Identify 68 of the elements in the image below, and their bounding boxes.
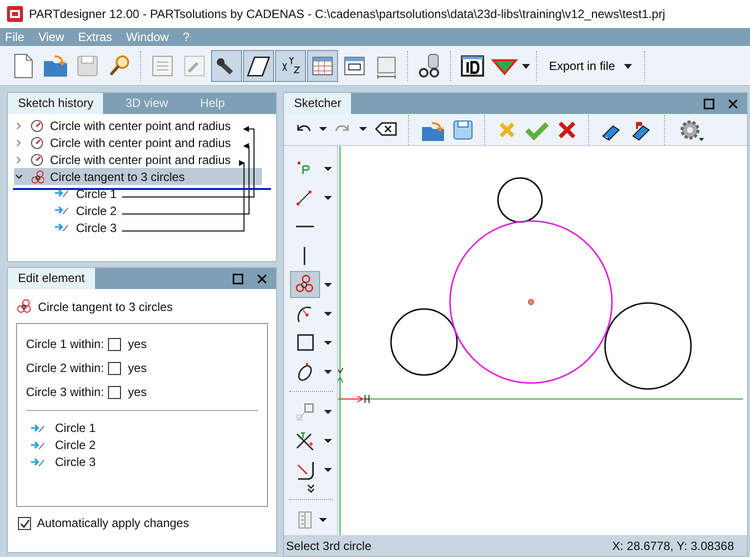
dropdown-caret-icon bbox=[623, 62, 634, 70]
tree-item[interactable]: Circle 3 bbox=[76, 220, 117, 234]
circle-icon bbox=[30, 152, 44, 166]
rectangle-icon bbox=[294, 332, 314, 354]
checkbox[interactable] bbox=[108, 386, 122, 398]
dropdown-caret-icon[interactable] bbox=[324, 340, 332, 346]
tangent-circle-shape[interactable] bbox=[449, 220, 613, 384]
panel-tab[interactable]: Sketch history bbox=[8, 93, 104, 114]
export-button[interactable]: Export in file bbox=[543, 50, 640, 80]
reference-item[interactable]: Circle 1 bbox=[55, 420, 96, 434]
dropdown-caret-icon[interactable] bbox=[324, 408, 332, 414]
checkbox-label: Automatically apply changes bbox=[37, 516, 190, 530]
circle-shape[interactable] bbox=[497, 177, 543, 223]
tree-item-label: Circle with center point and radius bbox=[50, 136, 231, 150]
arrow-check-icon bbox=[30, 422, 46, 434]
maximize-icon[interactable] bbox=[703, 98, 715, 110]
double-chevron-icon[interactable] bbox=[306, 484, 316, 494]
coordinates-text: X: 28.6778, Y: 3.08368 bbox=[612, 538, 734, 552]
tree-item-label: Circle with center point and radius bbox=[50, 118, 231, 132]
maximize-icon[interactable] bbox=[232, 272, 244, 284]
arrow-check-icon bbox=[30, 456, 46, 468]
option-label: Circle 3 within: bbox=[26, 385, 104, 399]
circle-icon bbox=[30, 118, 44, 132]
offset-square-icon bbox=[294, 400, 314, 422]
arrow-check-icon bbox=[30, 438, 46, 450]
panel-tab[interactable]: Edit element bbox=[8, 268, 95, 289]
reference-item[interactable]: Circle 2 bbox=[55, 438, 96, 452]
dropdown-caret-icon[interactable] bbox=[324, 368, 332, 374]
collapse-chevron-icon[interactable] bbox=[14, 172, 24, 182]
dropdown-caret-icon[interactable] bbox=[324, 438, 332, 444]
trim-icon bbox=[294, 430, 314, 452]
checkbox-label: yes bbox=[128, 337, 147, 351]
checkbox[interactable] bbox=[108, 362, 122, 374]
checkbox[interactable] bbox=[18, 516, 31, 530]
tree-item[interactable]: Circle 2 bbox=[76, 204, 117, 218]
app-logo-icon bbox=[7, 6, 23, 22]
reference-item[interactable]: Circle 3 bbox=[55, 454, 96, 468]
dropdown-caret-icon[interactable] bbox=[324, 466, 332, 472]
checkbox-label: yes bbox=[128, 361, 147, 375]
three-circles-icon bbox=[30, 170, 44, 184]
option-label: Circle 2 within: bbox=[26, 361, 104, 375]
horizontal-line-icon bbox=[296, 225, 314, 228]
window-title: PARTdesigner 12.00 - PARTsolutions by CADENAS - C:\cadenas\partsolutions\data\23d-libs\training\v12_news\test1.prj bbox=[29, 7, 666, 21]
selected-row-highlight[interactable]: Circle tangent to 3 circles bbox=[14, 168, 262, 185]
checkbox[interactable] bbox=[108, 338, 122, 350]
status-text: Select 3rd circle bbox=[286, 538, 372, 552]
circle-shape[interactable] bbox=[604, 302, 692, 390]
element-title: Circle tangent to 3 circles bbox=[38, 300, 173, 314]
panel-tab[interactable]: Sketcher bbox=[284, 93, 352, 114]
three-circles-icon bbox=[16, 299, 32, 315]
close-icon[interactable] bbox=[727, 98, 739, 110]
tree-item[interactable]: Circle 1 bbox=[76, 186, 117, 200]
center-point[interactable] bbox=[528, 299, 534, 305]
close-icon[interactable] bbox=[256, 272, 268, 284]
dropdown-caret-icon[interactable] bbox=[318, 516, 326, 522]
cross-icon[interactable] bbox=[556, 118, 578, 140]
dropdown-caret-icon[interactable] bbox=[324, 166, 332, 172]
dropdown-caret-icon[interactable] bbox=[324, 310, 332, 316]
checkbox-label: yes bbox=[128, 385, 147, 399]
circle-icon bbox=[30, 136, 44, 150]
vertical-line-icon bbox=[303, 246, 306, 264]
dropdown-caret-icon[interactable] bbox=[521, 62, 531, 70]
tree-item-label: Circle with center point and radius bbox=[50, 152, 231, 166]
dropdown-caret-icon[interactable] bbox=[324, 282, 332, 288]
circle-shape[interactable] bbox=[390, 308, 458, 376]
dropdown-caret-icon[interactable] bbox=[324, 194, 332, 200]
option-label: Circle 1 within: bbox=[26, 337, 104, 351]
tree-item-label: Circle tangent to 3 circles bbox=[50, 170, 185, 184]
